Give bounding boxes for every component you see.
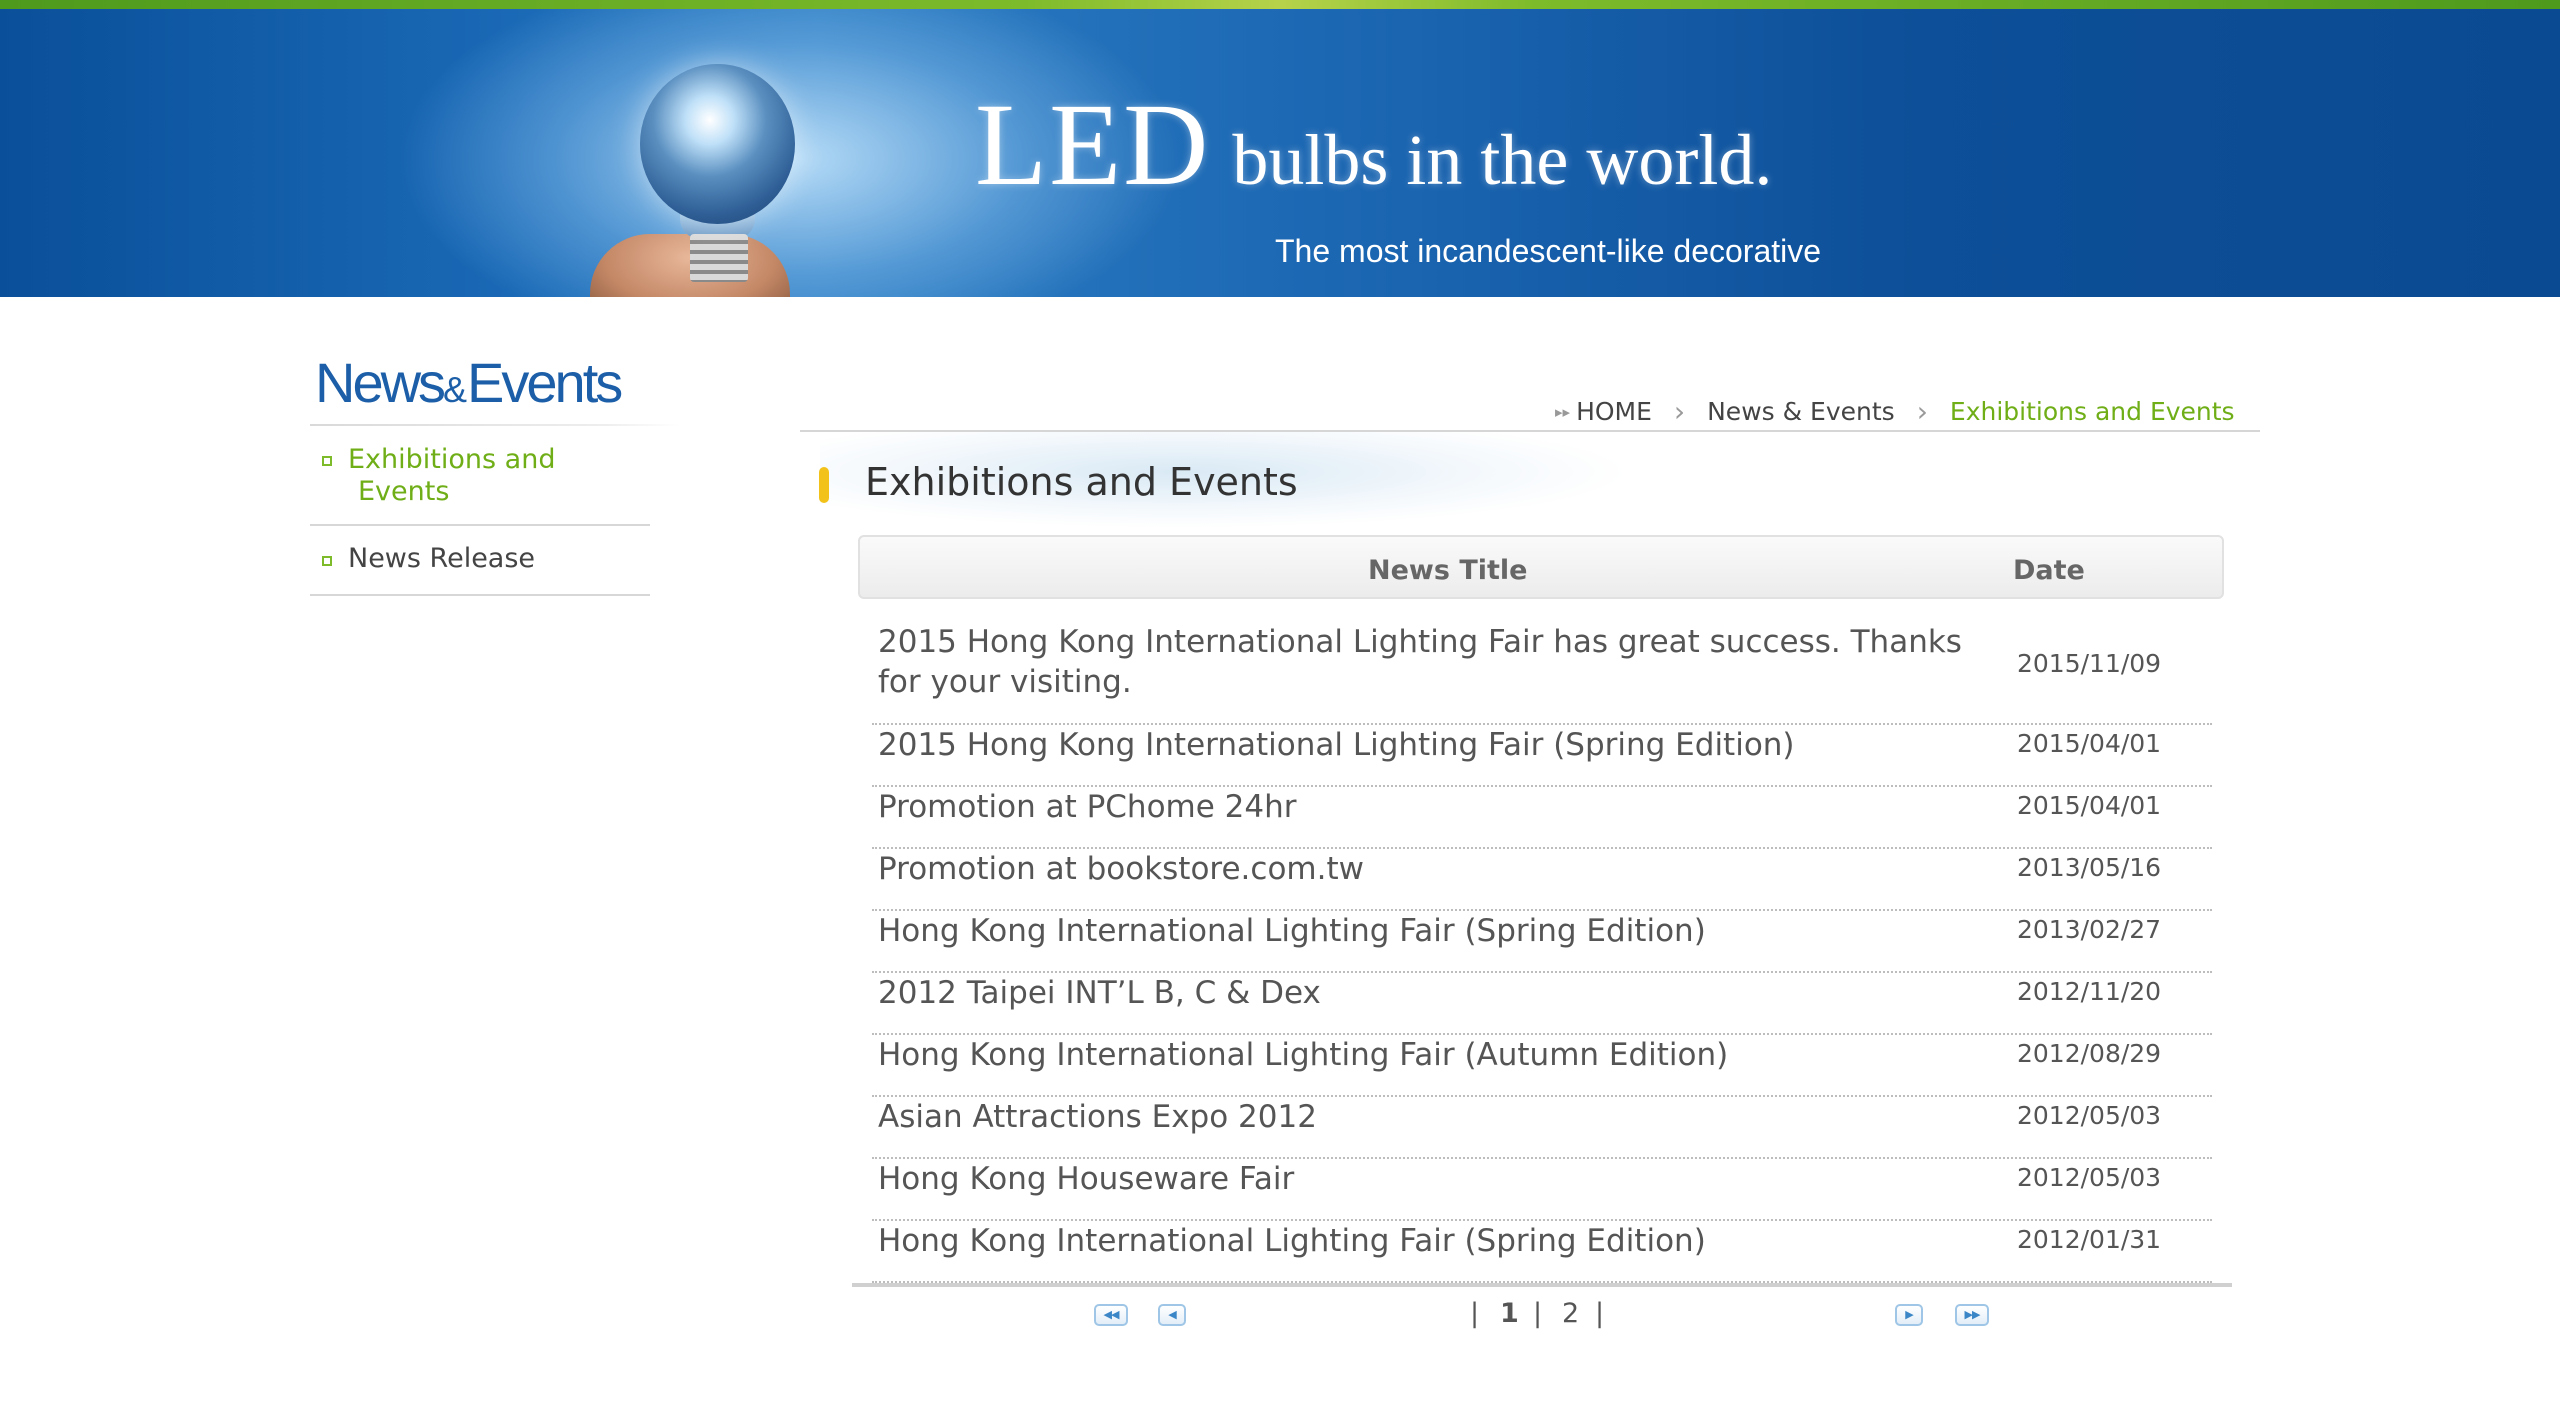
title-marker [819,467,829,503]
table-row[interactable]: Asian Attractions Expo 2012 2012/05/03 [872,1097,2212,1159]
news-title-link[interactable]: Hong Kong International Lighting Fair (S… [878,911,2008,951]
sidebar-title-events: Events [467,351,623,414]
breadcrumb-section-link[interactable]: News & Events [1707,397,1895,426]
news-date: 2013/02/27 [2017,915,2162,944]
news-title-link[interactable]: 2012 Taipei INT’L B, C & Dex [878,973,2008,1013]
banner-tagline: The most incandescent-like decorative [1275,233,1822,269]
column-header-date: Date [2013,555,2085,586]
news-date: 2015/11/09 [2017,649,2162,678]
top-accent-bar [0,0,2560,9]
column-header-title: News Title [1368,555,1528,586]
news-title-link[interactable]: Promotion at PChome 24hr [878,787,2008,827]
table-row[interactable]: Hong Kong International Lighting Fair (S… [872,1221,2212,1283]
news-title-link[interactable]: Asian Attractions Expo 2012 [878,1097,2008,1137]
sidebar-item-label: News Release [348,543,536,574]
table-row[interactable]: Promotion at bookstore.com.tw 2013/05/16 [872,849,2212,911]
table-row[interactable]: 2015 Hong Kong International Lighting Fa… [872,615,2212,725]
sidebar-item-label: Exhibitions and Events [348,444,555,508]
sidebar-item-news-release[interactable]: News Release [310,526,650,596]
news-date: 2012/01/31 [2017,1225,2162,1254]
chevron-right-icon: › [1916,395,1928,428]
globe-bulb-image [640,64,795,224]
news-title-link[interactable]: 2015 Hong Kong International Lighting Fa… [878,725,2008,765]
sidebar-title-divider [310,424,680,426]
sidebar-title-amp: & [443,369,468,410]
table-row[interactable]: 2012 Taipei INT’L B, C & Dex 2012/11/20 [872,973,2212,1035]
news-date: 2012/11/20 [2017,977,2162,1006]
page-separator: | [1595,1298,1605,1329]
news-title-link[interactable]: Hong Kong International Lighting Fair (A… [878,1035,2008,1075]
news-title-link[interactable]: Hong Kong International Lighting Fair (S… [878,1221,2008,1261]
table-row[interactable]: Promotion at PChome 24hr 2015/04/01 [872,787,2212,849]
right-arrow-icon[interactable]: ▶ [1895,1304,1923,1326]
square-bullet-icon [322,556,332,566]
chevron-right-icon: › [1673,395,1686,428]
double-left-arrow-icon[interactable]: ◀◀ [1094,1304,1128,1326]
news-date: 2015/04/01 [2017,729,2162,758]
news-date: 2012/05/03 [2017,1163,2162,1192]
double-chevron-right-icon: ▸▸ [1555,402,1571,421]
breadcrumb-current: Exhibitions and Events [1949,397,2235,426]
table-row[interactable]: Hong Kong International Lighting Fair (S… [872,911,2212,973]
news-title-link[interactable]: Promotion at bookstore.com.tw [878,849,2008,889]
news-date: 2012/05/03 [2017,1101,2162,1130]
sidebar-title-news: News [315,351,446,414]
page-number-link[interactable]: 2 [1562,1298,1579,1329]
double-right-arrow-icon[interactable]: ▶▶ [1955,1304,1989,1326]
sidebar-title: News&Events [315,350,623,415]
bulb-base-image [690,234,748,282]
table-row[interactable]: 2015 Hong Kong International Lighting Fa… [872,725,2212,787]
banner-headline: LED bulbs in the world. [975,77,1772,213]
breadcrumb: ▸▸ HOME › News & Events › Exhibitions and Eve… [1555,395,2235,428]
table-row[interactable]: Hong Kong International Lighting Fair (A… [872,1035,2212,1097]
square-bullet-icon [322,456,332,466]
page-separator: | [1470,1298,1480,1329]
header-banner: LED bulbs in the world. The most incandes… [0,9,2560,297]
page-title: Exhibitions and Events [865,460,1298,504]
news-title-link[interactable]: 2015 Hong Kong International Lighting Fa… [878,622,2008,702]
table-bottom-border [852,1283,2232,1287]
news-date: 2013/05/16 [2017,853,2162,882]
news-title-link[interactable]: Hong Kong Houseware Fair [878,1159,2008,1199]
headline-rest: bulbs in the world. [1232,120,1773,200]
table-header: News Title Date [858,535,2224,599]
left-arrow-icon[interactable]: ◀ [1158,1304,1186,1326]
page-number-current: 1 [1500,1298,1519,1329]
sidebar-item-label-line2: Events [358,476,450,507]
news-date: 2012/08/29 [2017,1039,2162,1068]
sidebar-item-exhibitions[interactable]: Exhibitions and Events [310,440,650,526]
sidebar-item-label-line1: Exhibitions and [348,444,556,475]
breadcrumb-home-link[interactable]: HOME [1576,397,1652,426]
news-date: 2015/04/01 [2017,791,2162,820]
page-separator: | [1533,1298,1543,1329]
table-row[interactable]: Hong Kong Houseware Fair 2012/05/03 [872,1159,2212,1221]
headline-led: LED [975,79,1211,210]
